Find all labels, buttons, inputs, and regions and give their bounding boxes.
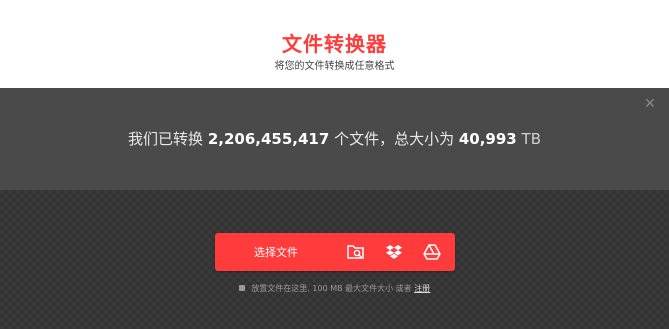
- stats-banner: ✕ 我们已转换 2,206,455,417 个文件，总大小为 40,993 TB: [0, 88, 669, 190]
- folder-search-icon[interactable]: [337, 233, 375, 271]
- page-header: 文件转换器 将您的文件转换成任意格式: [0, 0, 669, 88]
- register-link[interactable]: 注册: [414, 284, 430, 293]
- drop-note-text: 放置文件在这里. 100 MB 最大文件大小 或者: [251, 284, 412, 293]
- upload-button-bar: 选择文件: [215, 233, 455, 271]
- stats-file-count: 2,206,455,417: [207, 130, 330, 148]
- choose-files-button[interactable]: 选择文件: [215, 233, 337, 271]
- conversion-stats: 我们已转换 2,206,455,417 个文件，总大小为 40,993 TB: [0, 128, 669, 149]
- stats-unit: TB: [521, 130, 541, 148]
- dropbox-icon[interactable]: [375, 233, 413, 271]
- stats-middle: 个文件，总大小为: [334, 130, 455, 148]
- drop-note: 放置文件在这里. 100 MB 最大文件大小 或者 注册: [0, 283, 669, 294]
- close-icon[interactable]: ✕: [643, 97, 657, 111]
- lock-icon: [238, 285, 245, 291]
- stats-prefix: 我们已转换: [128, 130, 204, 148]
- google-drive-icon[interactable]: [413, 233, 451, 271]
- stats-total-size: 40,993: [458, 130, 517, 148]
- page-title: 文件转换器: [282, 32, 387, 56]
- page-subtitle: 将您的文件转换成任意格式: [274, 61, 395, 72]
- file-drop-area[interactable]: 选择文件 放置文件在这里. 100 MB 最大文件大小 或者 注册: [0, 190, 669, 329]
